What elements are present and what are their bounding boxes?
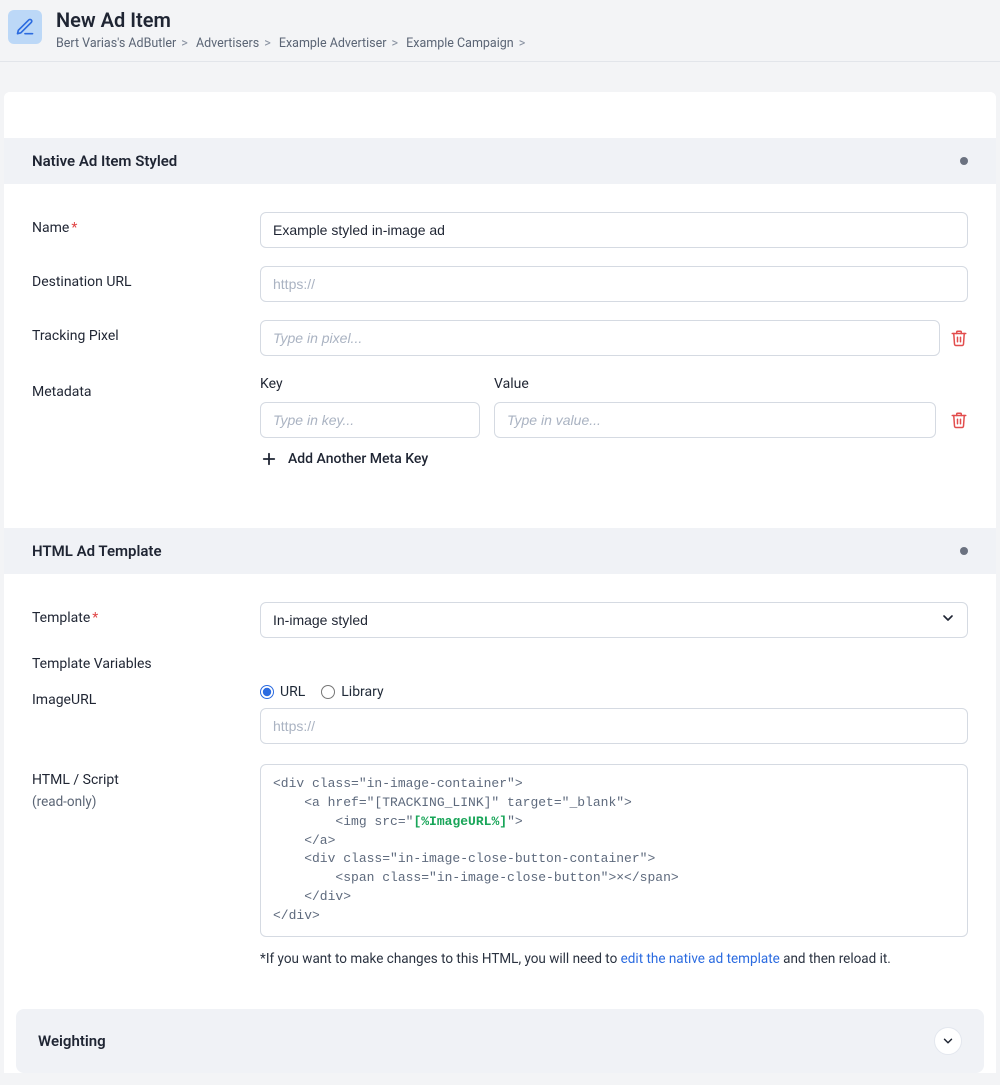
- destination-url-input[interactable]: [260, 266, 968, 302]
- template-select[interactable]: [260, 602, 968, 638]
- page-header: New Ad Item Bert Varias's AdButler> Adve…: [0, 0, 1000, 62]
- section-title: HTML Ad Template: [32, 542, 162, 560]
- status-dot-icon: [960, 547, 968, 555]
- tracking-pixel-label: Tracking Pixel: [32, 328, 119, 344]
- tracking-pixel-input[interactable]: [260, 320, 940, 356]
- destination-url-label: Destination URL: [32, 274, 132, 290]
- section-title: Native Ad Item Styled: [32, 152, 177, 170]
- weighting-accordion[interactable]: Weighting: [16, 1009, 984, 1073]
- section-header-template: HTML Ad Template: [4, 528, 996, 574]
- page-title: New Ad Item: [56, 8, 530, 32]
- add-meta-button[interactable]: Add Another Meta Key: [260, 450, 968, 468]
- breadcrumb-item[interactable]: Example Campaign: [406, 36, 514, 51]
- section-body-native: Name* Destination URL Tracking Pixel Met…: [4, 184, 996, 528]
- section-body-template: Template* Template Variables ImageURL UR…: [4, 574, 996, 1003]
- edit-icon: [8, 10, 42, 44]
- edit-template-link[interactable]: edit the native ad template: [621, 951, 780, 967]
- meta-key-input[interactable]: [260, 402, 480, 438]
- radio-library[interactable]: [321, 685, 335, 699]
- name-input[interactable]: [260, 212, 968, 248]
- add-meta-label: Add Another Meta Key: [288, 451, 428, 467]
- radio-url-label[interactable]: URL: [280, 684, 305, 700]
- meta-value-header: Value: [494, 376, 936, 392]
- metadata-label: Metadata: [32, 384, 92, 400]
- imageurl-input[interactable]: [260, 708, 968, 744]
- template-label: Template: [32, 610, 90, 626]
- name-label: Name: [32, 220, 69, 236]
- status-dot-icon: [960, 157, 968, 165]
- main-container: Native Ad Item Styled Name* Destination …: [4, 92, 996, 1073]
- html-script-code: <div class="in-image-container"> <a href…: [260, 764, 968, 937]
- helper-text: *If you want to make changes to this HTM…: [260, 951, 968, 967]
- section-header-native: Native Ad Item Styled: [4, 138, 996, 184]
- radio-url[interactable]: [260, 685, 274, 699]
- breadcrumb-item[interactable]: Bert Varias's AdButler: [56, 36, 176, 51]
- breadcrumb-item[interactable]: Advertisers: [196, 36, 259, 51]
- delete-pixel-icon[interactable]: [950, 329, 968, 347]
- template-variables-label: Template Variables: [32, 656, 968, 672]
- radio-library-label[interactable]: Library: [341, 684, 383, 700]
- expand-weighting-button[interactable]: [934, 1027, 962, 1055]
- delete-meta-icon[interactable]: [950, 411, 968, 429]
- weighting-title: Weighting: [38, 1032, 106, 1050]
- html-script-label: HTML / Script: [32, 772, 119, 788]
- meta-key-header: Key: [260, 376, 480, 392]
- imageurl-label: ImageURL: [32, 692, 96, 708]
- chevron-down-icon: [941, 1034, 955, 1048]
- html-script-sublabel: (read-only): [32, 794, 96, 810]
- breadcrumb-item[interactable]: Example Advertiser: [279, 36, 387, 51]
- meta-value-input[interactable]: [494, 402, 936, 438]
- breadcrumb: Bert Varias's AdButler> Advertisers> Exa…: [56, 36, 530, 51]
